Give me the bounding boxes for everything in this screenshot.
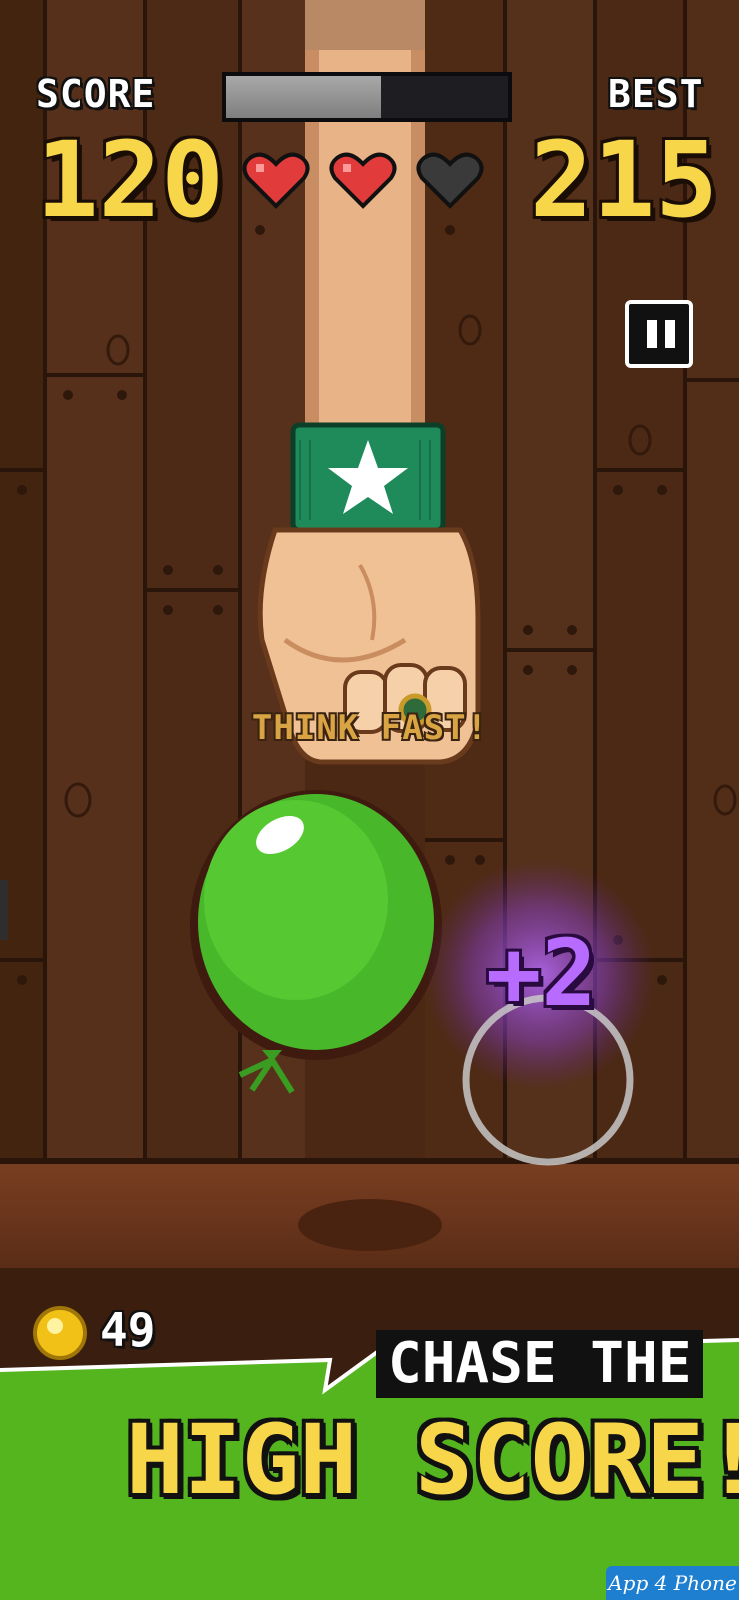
pause-icon [647, 320, 657, 348]
promo-line-2: HIGH SCORE! [126, 1404, 739, 1516]
coin-icon [33, 1306, 87, 1360]
bonus-points-text: +2 [486, 920, 597, 1027]
side-object [0, 880, 8, 940]
score-value: 120 [36, 119, 224, 241]
think-fast-popup: THINK FAST! [251, 708, 489, 748]
watermark: App 4 Phone [606, 1566, 739, 1600]
coin-count: 49 [100, 1303, 156, 1357]
best-label: BEST [608, 72, 704, 116]
heart-empty-icon [416, 150, 484, 214]
score-label: SCORE [36, 72, 156, 116]
best-value: 215 [530, 119, 718, 241]
level-progress-bar [222, 72, 512, 122]
heart-full-icon [329, 150, 397, 214]
wooden-shelf [0, 1158, 739, 1318]
heart-full-icon [242, 150, 310, 214]
pause-button[interactable] [625, 300, 693, 368]
promo-line-1: CHASE THE [376, 1330, 704, 1398]
progress-fill [226, 76, 382, 118]
